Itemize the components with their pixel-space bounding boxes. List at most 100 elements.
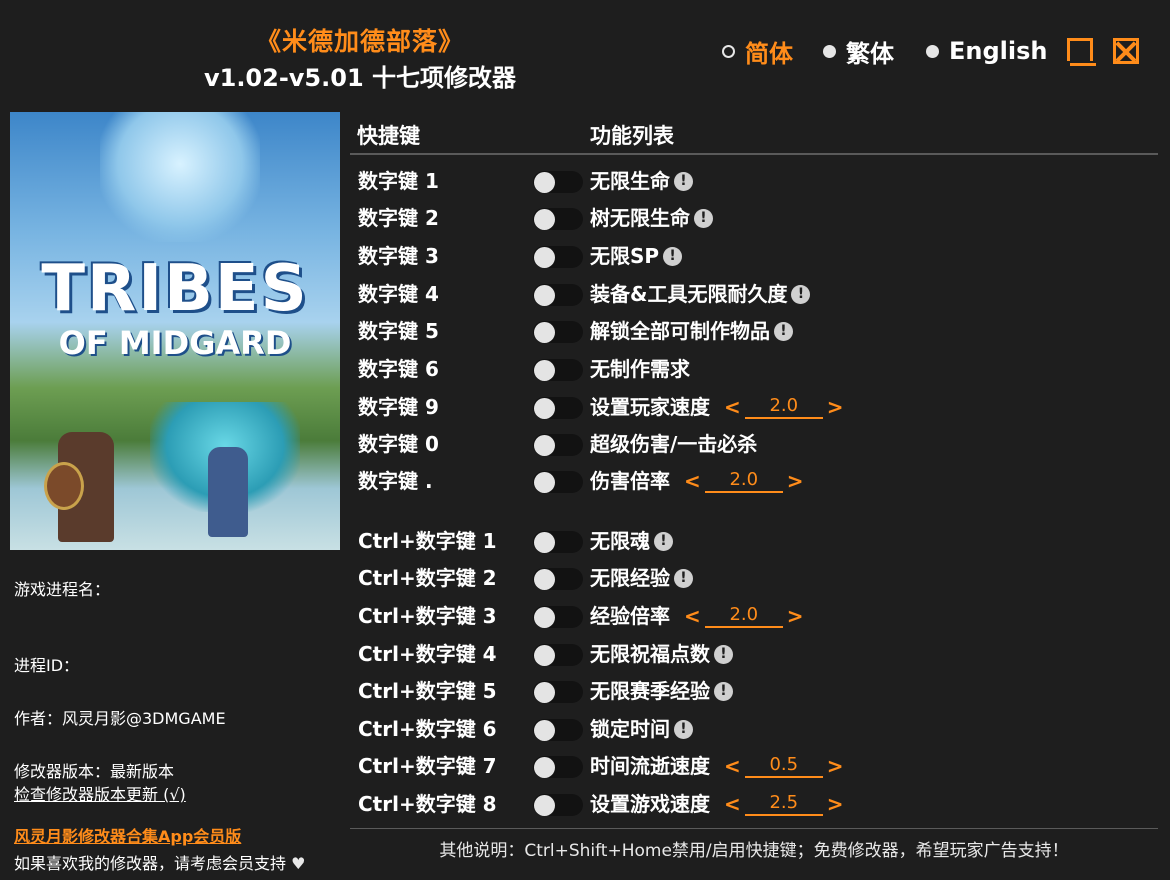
hotkey-label: Ctrl+数字键 7 [358, 754, 497, 778]
function-column-header: 功能列表 [590, 124, 674, 148]
hotkey-label: Ctrl+数字键 2 [358, 566, 497, 590]
cheat-row: 数字键 6 无制作需求 [358, 354, 1148, 384]
increase-arrow-icon[interactable]: > [825, 392, 846, 422]
decrease-arrow-icon[interactable]: < [682, 601, 703, 631]
value-stepper: <0.5 > [722, 751, 846, 781]
decrease-arrow-icon[interactable]: < [722, 751, 743, 781]
warning-icon[interactable]: ! [654, 531, 673, 551]
value-input[interactable]: 2.0 [704, 604, 783, 628]
warning-icon[interactable]: ! [674, 568, 693, 588]
cheat-label: 无限魂 [590, 529, 650, 553]
cheat-label: 无限祝福点数 [590, 642, 710, 666]
value-input[interactable]: 2.5 [744, 792, 823, 816]
lang-simplified-option[interactable]: 简体 [722, 36, 793, 68]
process-id-label: 进程ID： [14, 656, 80, 675]
warning-icon[interactable]: ! [774, 321, 793, 341]
warning-icon[interactable]: ! [663, 246, 683, 266]
cheat-row: 数字键 5 解锁全部可制作物品! [358, 316, 1148, 346]
cheat-function: 超级伤害/一击必杀 [590, 429, 757, 459]
cheat-toggle[interactable] [533, 321, 583, 343]
support-message: 如果喜欢我的修改器，请考虑会员支持 [14, 854, 287, 873]
cheat-toggle[interactable] [533, 359, 583, 381]
cheat-function: 无限SP! [590, 241, 683, 271]
minimize-button[interactable] [1067, 38, 1096, 66]
decrease-arrow-icon[interactable]: < [722, 789, 743, 819]
warning-icon[interactable]: ! [714, 681, 733, 701]
cheat-toggle[interactable] [533, 531, 583, 553]
hotkey-label: 数字键 . [358, 469, 433, 493]
check-update-link[interactable]: 检查修改器版本更新 (√) [14, 781, 186, 805]
radio-selected-icon [722, 44, 735, 58]
trainer-version-label: 修改器版本：最新版本 [14, 762, 175, 781]
cheat-label: 装备&工具无限耐久度 [590, 282, 788, 306]
cheat-function: 设置玩家速度 <2.0 > [590, 392, 846, 422]
value-input[interactable]: 2.0 [704, 469, 783, 493]
cheat-label: 无限经验 [590, 566, 670, 590]
decrease-arrow-icon[interactable]: < [682, 466, 703, 496]
cheat-label: 解锁全部可制作物品 [590, 319, 770, 343]
hotkey-label: 数字键 5 [358, 319, 439, 343]
cheat-toggle[interactable] [533, 171, 583, 193]
hotkey-label: 数字键 1 [358, 169, 439, 193]
hotkey-label: 数字键 6 [358, 357, 439, 381]
cheat-toggle[interactable] [533, 681, 583, 703]
app-member-link[interactable]: 风灵月影修改器合集App会员版 [14, 823, 241, 847]
cheat-toggle[interactable] [533, 434, 583, 456]
cheat-toggle[interactable] [533, 284, 583, 306]
increase-arrow-icon[interactable]: > [825, 789, 846, 819]
cheat-toggle[interactable] [533, 644, 583, 666]
cheat-toggle[interactable] [533, 794, 583, 816]
value-input[interactable]: 0.5 [744, 754, 823, 778]
hotkey-label: 数字键 9 [358, 395, 439, 419]
increase-arrow-icon[interactable]: > [785, 601, 806, 631]
hotkey-label: Ctrl+数字键 8 [358, 792, 497, 816]
decrease-arrow-icon[interactable]: < [722, 392, 743, 422]
cheat-row: Ctrl+数字键 4 无限祝福点数! [358, 639, 1148, 669]
cover-logo-title: TRIBES [41, 252, 309, 326]
hotkey-label: Ctrl+数字键 6 [358, 717, 497, 741]
lang-traditional-label: 繁体 [846, 39, 894, 68]
cheat-function: 无限生命! [590, 166, 693, 196]
cheat-row: Ctrl+数字键 6 锁定时间! [358, 714, 1148, 744]
value-input[interactable]: 2.0 [744, 395, 823, 419]
footer-divider [350, 828, 1158, 829]
hotkey-label: Ctrl+数字键 3 [358, 604, 497, 628]
cheat-row: Ctrl+数字键 1 无限魂! [358, 526, 1148, 556]
warning-icon[interactable]: ! [694, 208, 713, 228]
cheat-toggle[interactable] [533, 471, 583, 493]
cheat-toggle[interactable] [533, 719, 583, 741]
lang-traditional-option[interactable]: 繁体 [823, 36, 894, 68]
cheat-function: 无限经验! [590, 563, 693, 593]
cheat-toggle[interactable] [533, 568, 583, 590]
increase-arrow-icon[interactable]: > [785, 466, 806, 496]
cheat-label: 经验倍率 [590, 604, 670, 628]
cheat-toggle[interactable] [533, 397, 583, 419]
cheat-toggle[interactable] [533, 606, 583, 628]
cheat-label: 设置游戏速度 [590, 792, 710, 816]
cheat-label: 无限赛季经验 [590, 679, 710, 703]
warning-icon[interactable]: ! [674, 171, 693, 191]
lang-english-option[interactable]: English [926, 36, 1047, 66]
cheat-row: Ctrl+数字键 7 时间流逝速度 <0.5 > [358, 751, 1148, 781]
warning-icon[interactable]: ! [791, 284, 811, 304]
increase-arrow-icon[interactable]: > [825, 751, 846, 781]
cheat-toggle[interactable] [533, 208, 583, 230]
cheat-function: 设置游戏速度 <2.5 > [590, 789, 846, 819]
warning-icon[interactable]: ! [714, 644, 733, 664]
header-divider [350, 153, 1158, 155]
close-button[interactable] [1113, 38, 1139, 64]
cheat-label: 时间流逝速度 [590, 754, 710, 778]
cheat-toggle[interactable] [533, 246, 583, 268]
value-stepper: <2.0 > [722, 392, 846, 422]
cheat-row: 数字键 2 树无限生命! [358, 203, 1148, 233]
cheat-row: Ctrl+数字键 8 设置游戏速度 <2.5 > [358, 789, 1148, 819]
warning-icon[interactable]: ! [674, 719, 693, 739]
cheat-function: 装备&工具无限耐久度! [590, 279, 811, 309]
hotkey-label: Ctrl+数字键 4 [358, 642, 497, 666]
radio-unselected-icon [926, 44, 939, 58]
hotkey-label: 数字键 4 [358, 282, 439, 306]
value-stepper: <2.0 > [682, 466, 806, 496]
cheat-label: 无制作需求 [590, 357, 690, 381]
cheat-toggle[interactable] [533, 756, 583, 778]
cheat-function: 无制作需求 [590, 354, 690, 384]
